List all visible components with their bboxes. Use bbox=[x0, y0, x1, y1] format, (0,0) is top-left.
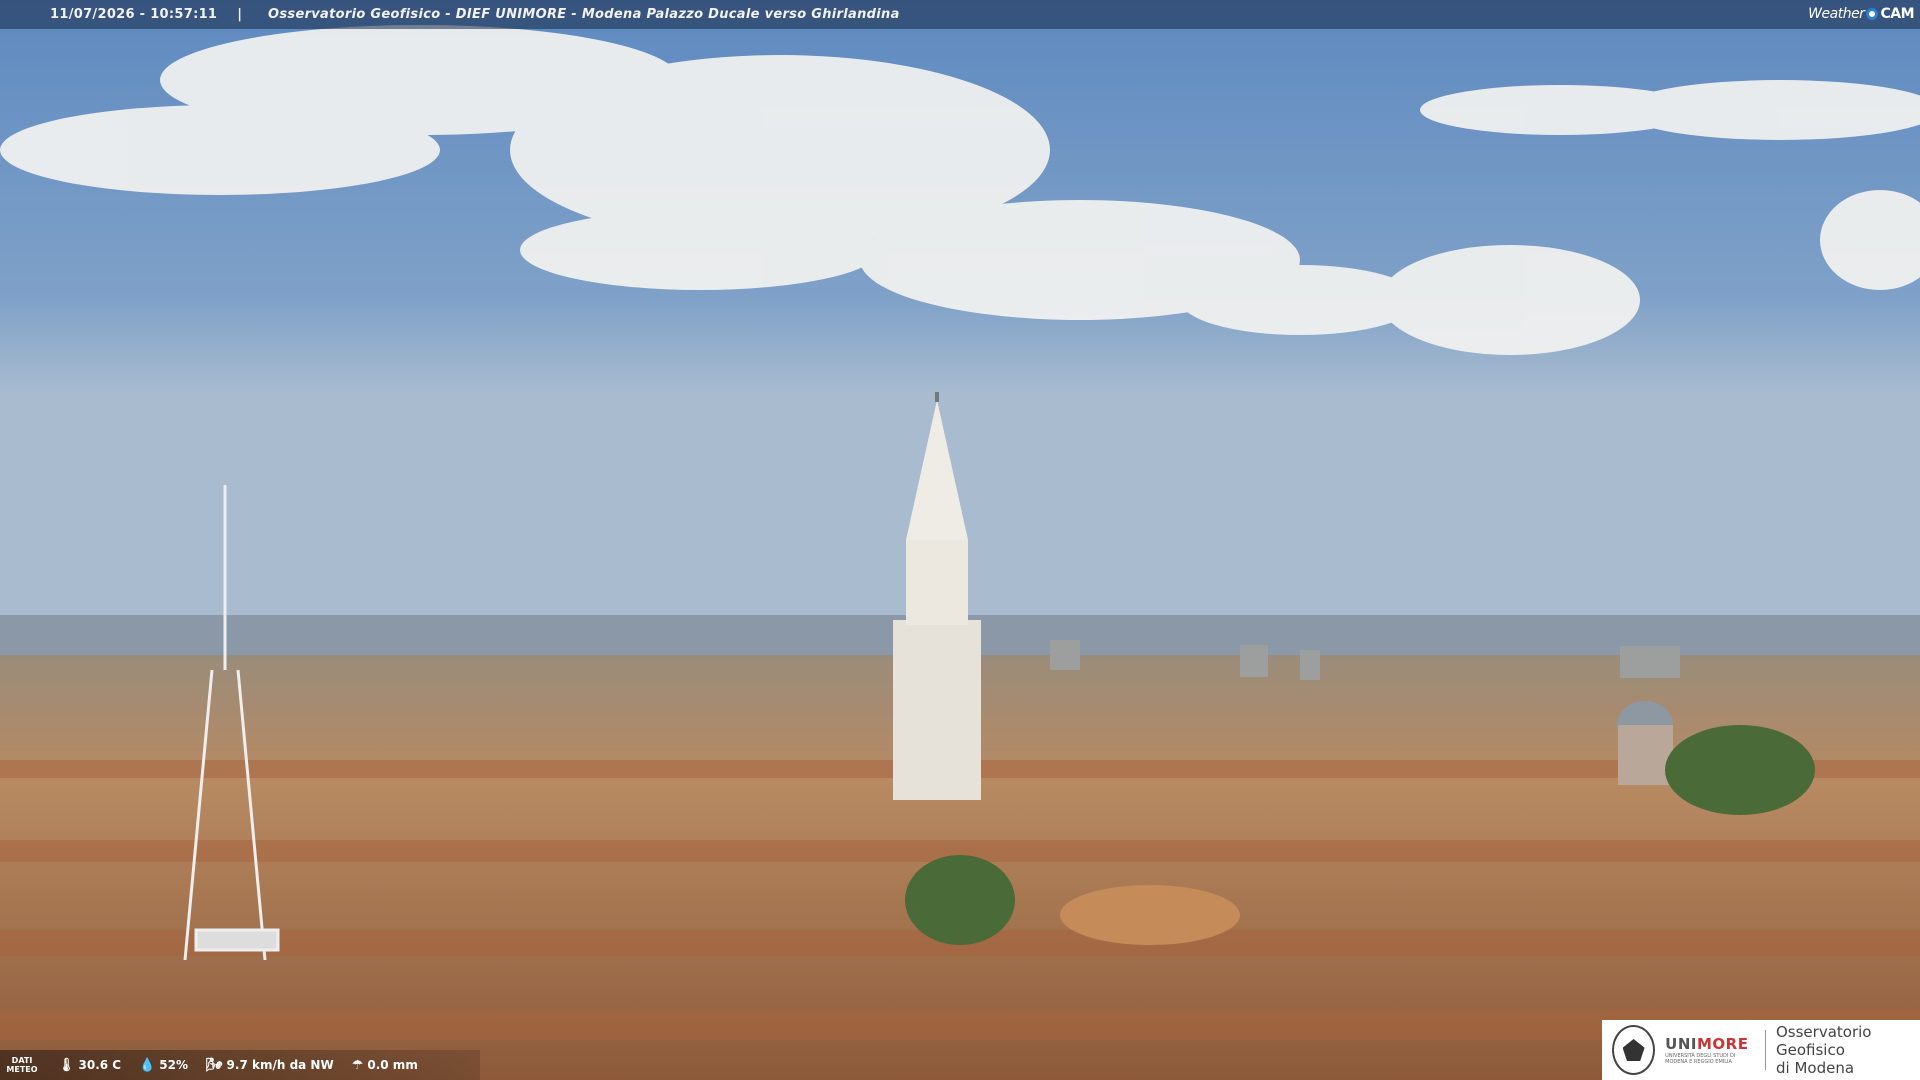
logo-divider bbox=[1765, 1030, 1766, 1070]
wind-icon: 🌬 bbox=[206, 1057, 223, 1073]
meteo-label: DATI METEO bbox=[6, 1056, 38, 1074]
humidity-reading: 💧 52% bbox=[139, 1058, 188, 1073]
caption-bar: 11/07/2026 - 10:57:11 | Osservatorio Geo… bbox=[0, 0, 1920, 29]
unimore-logo: UNIMORE UNIVERSITÀ DEGLI STUDI DI MODENA… bbox=[1602, 1020, 1920, 1080]
thermometer-icon: 🌡 bbox=[58, 1057, 75, 1073]
brand-cam: CAM bbox=[1880, 6, 1914, 22]
webcam-image bbox=[0, 0, 1920, 1080]
observatory-name: Osservatorio Geofisico di Modena bbox=[1776, 1023, 1920, 1077]
temperature-value: 30.6 C bbox=[78, 1058, 122, 1072]
round-building bbox=[1060, 885, 1240, 945]
uni-text-b: MORE bbox=[1696, 1035, 1749, 1053]
uni-subtitle: UNIVERSITÀ DEGLI STUDI DI MODENA E REGGI… bbox=[1665, 1053, 1736, 1065]
unimore-wordmark: UNIMORE UNIVERSITÀ DEGLI STUDI DI MODENA… bbox=[1665, 1035, 1755, 1065]
umbrella-icon: ☂ bbox=[351, 1057, 364, 1073]
weathercam-logo: Weather CAM bbox=[1808, 3, 1914, 25]
observatory-line-1: Osservatorio Geofisico bbox=[1776, 1023, 1872, 1059]
humidity-value: 52% bbox=[159, 1058, 189, 1072]
observatory-line-2: di Modena bbox=[1776, 1059, 1855, 1077]
separator: | bbox=[237, 7, 243, 22]
wind-value: 9.7 km/h da NW bbox=[226, 1058, 334, 1072]
brand-weather: Weather bbox=[1808, 6, 1865, 22]
uni-text-a: UNI bbox=[1665, 1035, 1697, 1053]
timestamp: 11/07/2026 - 10:57:11 bbox=[50, 7, 218, 22]
camera-title: Osservatorio Geofisico - DIEF UNIMORE - … bbox=[268, 7, 900, 22]
rain-value: 0.0 mm bbox=[367, 1058, 418, 1072]
meteo-overlay: DATI METEO 🌡 30.6 C 💧 52% 🌬 9.7 km/h da … bbox=[0, 1050, 480, 1080]
dome-right bbox=[1617, 701, 1673, 785]
rain-reading: ☂ 0.0 mm bbox=[352, 1058, 418, 1073]
lens-icon bbox=[1866, 8, 1879, 20]
university-seal-icon bbox=[1612, 1025, 1656, 1075]
wind-reading: 🌬 9.7 km/h da NW bbox=[206, 1058, 334, 1073]
droplet-icon: 💧 bbox=[139, 1057, 156, 1073]
temperature-reading: 🌡 30.6 C bbox=[58, 1058, 121, 1073]
